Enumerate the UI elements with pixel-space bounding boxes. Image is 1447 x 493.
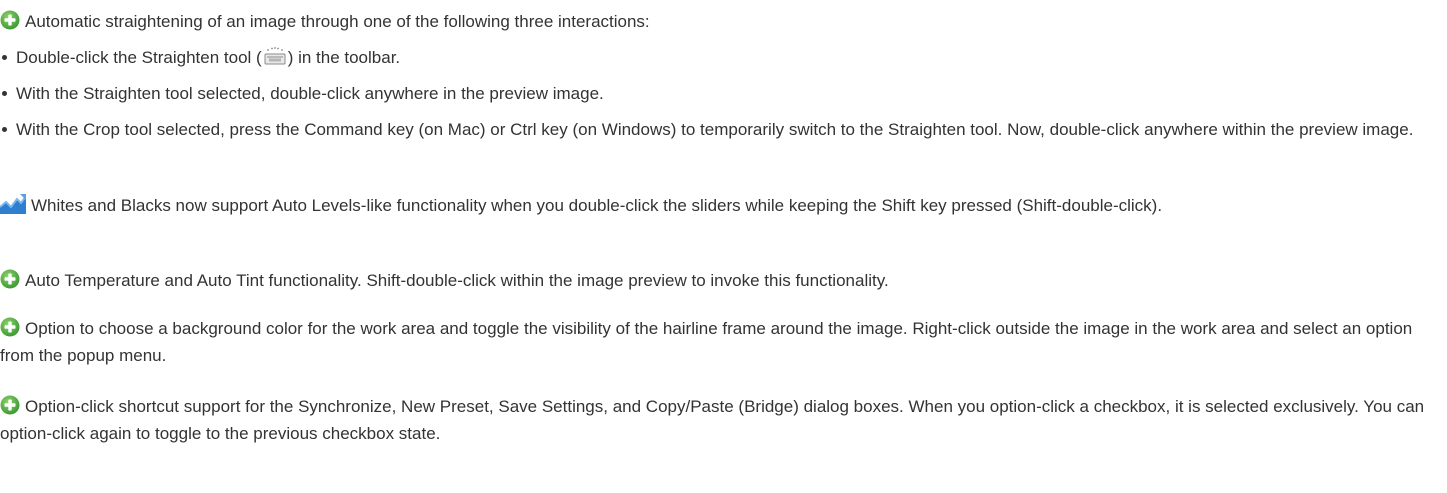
list-item-text-after: ) in the toolbar. — [287, 48, 401, 67]
list-item: Double-click the Straighten tool ( ) in … — [0, 44, 1425, 71]
bullet-dot — [2, 91, 7, 96]
intro-text: Automatic straightening of an image thro… — [25, 12, 650, 31]
straighten-tool-icon — [264, 47, 286, 65]
background-text: Option to choose a background color for … — [0, 319, 1413, 365]
document-page: Automatic straightening of an image thro… — [0, 0, 1447, 493]
list-item-text-before: Double-click the Straighten tool ( — [16, 48, 262, 67]
background-paragraph: Option to choose a background color for … — [0, 315, 1425, 369]
list-item: With the Crop tool selected, press the C… — [0, 116, 1425, 143]
enhanced-chart-icon — [0, 194, 26, 214]
whites-blacks-paragraph: Whites and Blacks now support Auto Level… — [0, 192, 1425, 219]
list-item-text: With the Straighten tool selected, doubl… — [16, 84, 604, 103]
bullet-dot — [2, 127, 7, 132]
bullet-dot — [2, 55, 7, 60]
whites-blacks-text: Whites and Blacks now support Auto Level… — [31, 196, 1163, 215]
interaction-list: Double-click the Straighten tool ( ) in … — [0, 44, 1425, 143]
list-item: With the Straighten tool selected, doubl… — [0, 80, 1425, 107]
auto-temp-paragraph: Auto Temperature and Auto Tint functiona… — [0, 267, 1425, 294]
intro-paragraph: Automatic straightening of an image thro… — [0, 8, 1425, 35]
list-item-text: With the Crop tool selected, press the C… — [16, 120, 1414, 139]
plus-circle-icon — [0, 269, 20, 289]
option-click-paragraph: Option-click shortcut support for the Sy… — [0, 393, 1425, 447]
plus-circle-icon — [0, 317, 20, 337]
plus-circle-icon — [0, 395, 20, 415]
option-click-text: Option-click shortcut support for the Sy… — [0, 397, 1425, 443]
plus-circle-icon — [0, 10, 20, 30]
auto-temp-text: Auto Temperature and Auto Tint functiona… — [25, 271, 889, 290]
